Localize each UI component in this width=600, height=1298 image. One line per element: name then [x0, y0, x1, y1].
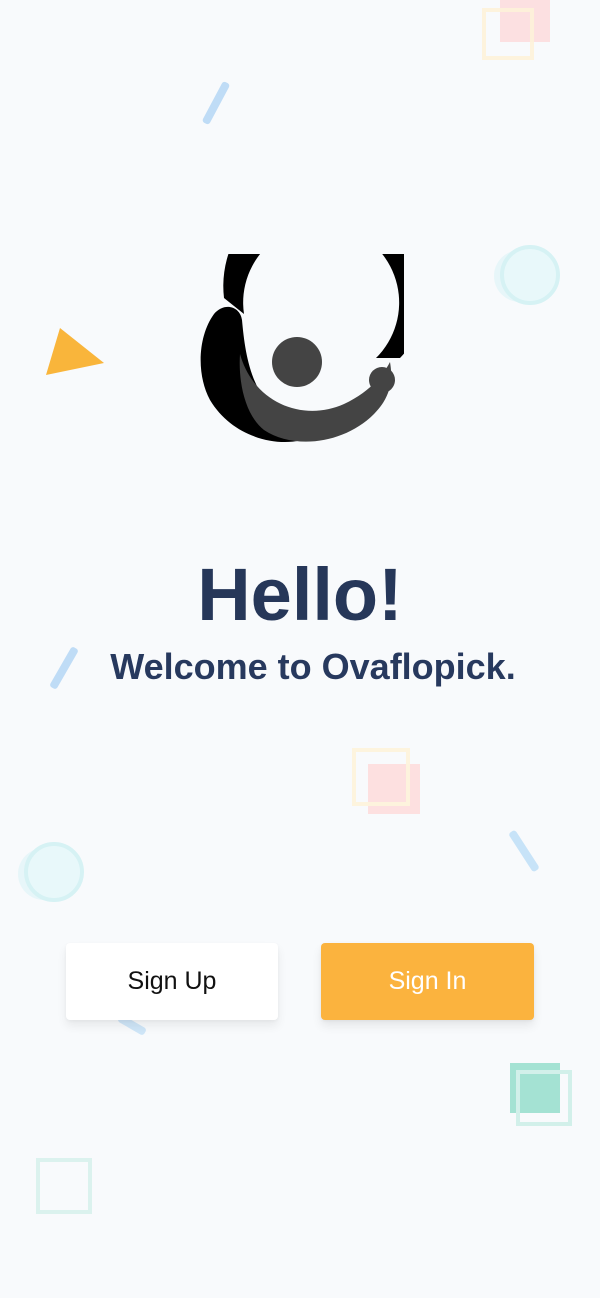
decorative-yellow-outline-square [352, 748, 410, 806]
sign-in-button[interactable]: Sign In [321, 943, 534, 1020]
decorative-circle [24, 842, 84, 902]
greeting-heading: Hello! [197, 553, 403, 636]
decorative-teal-outline-square [516, 1070, 572, 1126]
decorative-yellow-outline-square [482, 8, 534, 60]
welcome-message: Welcome to Ovaflopick. [110, 646, 516, 687]
decorative-blue-stick [508, 829, 540, 873]
welcome-screen: Hello! Welcome to Ovaflopick. Sign Up Si… [0, 0, 600, 1298]
sign-up-button[interactable]: Sign Up [66, 943, 278, 1020]
decorative-blue-stick [201, 80, 231, 126]
ovaflopick-logo-icon [200, 254, 404, 442]
decorative-teal-outline-square [36, 1158, 92, 1214]
decorative-orange-triangle [46, 328, 104, 375]
decorative-circle [500, 245, 560, 305]
